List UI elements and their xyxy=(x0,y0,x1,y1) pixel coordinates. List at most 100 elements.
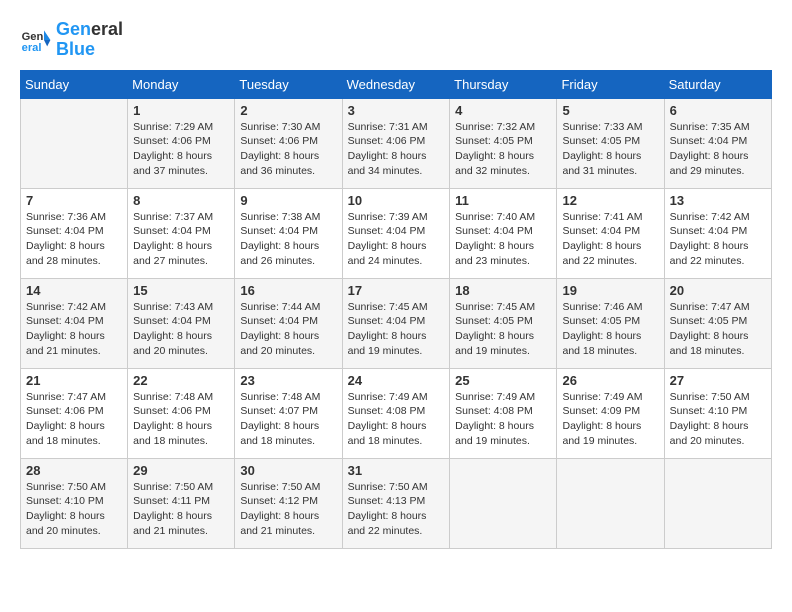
day-number: 18 xyxy=(455,283,551,298)
day-number: 17 xyxy=(348,283,445,298)
day-detail: Sunrise: 7:45 AMSunset: 4:05 PMDaylight:… xyxy=(455,300,551,359)
day-cell: 23 Sunrise: 7:48 AMSunset: 4:07 PMDaylig… xyxy=(235,368,342,458)
day-detail: Sunrise: 7:48 AMSunset: 4:06 PMDaylight:… xyxy=(133,390,229,449)
day-detail: Sunrise: 7:46 AMSunset: 4:05 PMDaylight:… xyxy=(562,300,658,359)
day-number: 2 xyxy=(240,103,336,118)
day-number: 16 xyxy=(240,283,336,298)
day-number: 24 xyxy=(348,373,445,388)
day-cell: 20 Sunrise: 7:47 AMSunset: 4:05 PMDaylig… xyxy=(664,278,771,368)
header-tuesday: Tuesday xyxy=(235,70,342,98)
day-number: 7 xyxy=(26,193,122,208)
day-number: 1 xyxy=(133,103,229,118)
day-number: 22 xyxy=(133,373,229,388)
day-cell xyxy=(21,98,128,188)
day-number: 13 xyxy=(670,193,766,208)
day-cell: 13 Sunrise: 7:42 AMSunset: 4:04 PMDaylig… xyxy=(664,188,771,278)
day-detail: Sunrise: 7:29 AMSunset: 4:06 PMDaylight:… xyxy=(133,120,229,179)
day-cell: 22 Sunrise: 7:48 AMSunset: 4:06 PMDaylig… xyxy=(128,368,235,458)
day-number: 12 xyxy=(562,193,658,208)
header-saturday: Saturday xyxy=(664,70,771,98)
day-cell: 4 Sunrise: 7:32 AMSunset: 4:05 PMDayligh… xyxy=(450,98,557,188)
header-sunday: Sunday xyxy=(21,70,128,98)
day-cell: 18 Sunrise: 7:45 AMSunset: 4:05 PMDaylig… xyxy=(450,278,557,368)
header-row: SundayMondayTuesdayWednesdayThursdayFrid… xyxy=(21,70,772,98)
day-detail: Sunrise: 7:49 AMSunset: 4:08 PMDaylight:… xyxy=(348,390,445,449)
day-cell: 30 Sunrise: 7:50 AMSunset: 4:12 PMDaylig… xyxy=(235,458,342,548)
day-number: 25 xyxy=(455,373,551,388)
day-detail: Sunrise: 7:44 AMSunset: 4:04 PMDaylight:… xyxy=(240,300,336,359)
day-number: 11 xyxy=(455,193,551,208)
day-cell: 15 Sunrise: 7:43 AMSunset: 4:04 PMDaylig… xyxy=(128,278,235,368)
day-cell: 11 Sunrise: 7:40 AMSunset: 4:04 PMDaylig… xyxy=(450,188,557,278)
day-cell: 14 Sunrise: 7:42 AMSunset: 4:04 PMDaylig… xyxy=(21,278,128,368)
day-number: 31 xyxy=(348,463,445,478)
day-detail: Sunrise: 7:50 AMSunset: 4:12 PMDaylight:… xyxy=(240,480,336,539)
day-number: 27 xyxy=(670,373,766,388)
day-number: 29 xyxy=(133,463,229,478)
day-number: 15 xyxy=(133,283,229,298)
day-cell: 27 Sunrise: 7:50 AMSunset: 4:10 PMDaylig… xyxy=(664,368,771,458)
day-number: 23 xyxy=(240,373,336,388)
day-detail: Sunrise: 7:50 AMSunset: 4:10 PMDaylight:… xyxy=(26,480,122,539)
calendar-table: SundayMondayTuesdayWednesdayThursdayFrid… xyxy=(20,70,772,549)
day-cell: 6 Sunrise: 7:35 AMSunset: 4:04 PMDayligh… xyxy=(664,98,771,188)
day-detail: Sunrise: 7:43 AMSunset: 4:04 PMDaylight:… xyxy=(133,300,229,359)
day-number: 20 xyxy=(670,283,766,298)
day-cell: 29 Sunrise: 7:50 AMSunset: 4:11 PMDaylig… xyxy=(128,458,235,548)
day-cell: 21 Sunrise: 7:47 AMSunset: 4:06 PMDaylig… xyxy=(21,368,128,458)
svg-text:eral: eral xyxy=(22,42,42,54)
day-detail: Sunrise: 7:41 AMSunset: 4:04 PMDaylight:… xyxy=(562,210,658,269)
day-detail: Sunrise: 7:37 AMSunset: 4:04 PMDaylight:… xyxy=(133,210,229,269)
day-number: 28 xyxy=(26,463,122,478)
day-detail: Sunrise: 7:47 AMSunset: 4:06 PMDaylight:… xyxy=(26,390,122,449)
day-cell xyxy=(557,458,664,548)
day-cell: 19 Sunrise: 7:46 AMSunset: 4:05 PMDaylig… xyxy=(557,278,664,368)
day-detail: Sunrise: 7:47 AMSunset: 4:05 PMDaylight:… xyxy=(670,300,766,359)
week-row-2: 14 Sunrise: 7:42 AMSunset: 4:04 PMDaylig… xyxy=(21,278,772,368)
day-cell: 7 Sunrise: 7:36 AMSunset: 4:04 PMDayligh… xyxy=(21,188,128,278)
day-number: 10 xyxy=(348,193,445,208)
day-number: 21 xyxy=(26,373,122,388)
day-detail: Sunrise: 7:40 AMSunset: 4:04 PMDaylight:… xyxy=(455,210,551,269)
day-detail: Sunrise: 7:36 AMSunset: 4:04 PMDaylight:… xyxy=(26,210,122,269)
day-cell: 12 Sunrise: 7:41 AMSunset: 4:04 PMDaylig… xyxy=(557,188,664,278)
day-detail: Sunrise: 7:33 AMSunset: 4:05 PMDaylight:… xyxy=(562,120,658,179)
day-number: 19 xyxy=(562,283,658,298)
day-cell: 25 Sunrise: 7:49 AMSunset: 4:08 PMDaylig… xyxy=(450,368,557,458)
day-number: 9 xyxy=(240,193,336,208)
day-cell: 26 Sunrise: 7:49 AMSunset: 4:09 PMDaylig… xyxy=(557,368,664,458)
day-number: 5 xyxy=(562,103,658,118)
day-detail: Sunrise: 7:35 AMSunset: 4:04 PMDaylight:… xyxy=(670,120,766,179)
day-detail: Sunrise: 7:42 AMSunset: 4:04 PMDaylight:… xyxy=(26,300,122,359)
day-detail: Sunrise: 7:30 AMSunset: 4:06 PMDaylight:… xyxy=(240,120,336,179)
day-cell xyxy=(664,458,771,548)
header-wednesday: Wednesday xyxy=(342,70,450,98)
day-cell: 24 Sunrise: 7:49 AMSunset: 4:08 PMDaylig… xyxy=(342,368,450,458)
day-detail: Sunrise: 7:50 AMSunset: 4:11 PMDaylight:… xyxy=(133,480,229,539)
day-number: 8 xyxy=(133,193,229,208)
day-cell: 10 Sunrise: 7:39 AMSunset: 4:04 PMDaylig… xyxy=(342,188,450,278)
day-detail: Sunrise: 7:38 AMSunset: 4:04 PMDaylight:… xyxy=(240,210,336,269)
day-cell: 16 Sunrise: 7:44 AMSunset: 4:04 PMDaylig… xyxy=(235,278,342,368)
day-cell: 9 Sunrise: 7:38 AMSunset: 4:04 PMDayligh… xyxy=(235,188,342,278)
day-detail: Sunrise: 7:45 AMSunset: 4:04 PMDaylight:… xyxy=(348,300,445,359)
week-row-3: 21 Sunrise: 7:47 AMSunset: 4:06 PMDaylig… xyxy=(21,368,772,458)
week-row-1: 7 Sunrise: 7:36 AMSunset: 4:04 PMDayligh… xyxy=(21,188,772,278)
logo-text: GeneralBlue xyxy=(56,20,123,60)
day-cell: 3 Sunrise: 7:31 AMSunset: 4:06 PMDayligh… xyxy=(342,98,450,188)
day-cell: 31 Sunrise: 7:50 AMSunset: 4:13 PMDaylig… xyxy=(342,458,450,548)
logo: Gen eral GeneralBlue xyxy=(20,20,123,60)
day-detail: Sunrise: 7:31 AMSunset: 4:06 PMDaylight:… xyxy=(348,120,445,179)
logo-icon: Gen eral xyxy=(20,24,52,56)
header-thursday: Thursday xyxy=(450,70,557,98)
day-number: 6 xyxy=(670,103,766,118)
day-detail: Sunrise: 7:39 AMSunset: 4:04 PMDaylight:… xyxy=(348,210,445,269)
day-number: 3 xyxy=(348,103,445,118)
day-cell: 8 Sunrise: 7:37 AMSunset: 4:04 PMDayligh… xyxy=(128,188,235,278)
page-header: Gen eral GeneralBlue xyxy=(20,20,772,60)
day-number: 26 xyxy=(562,373,658,388)
day-cell: 2 Sunrise: 7:30 AMSunset: 4:06 PMDayligh… xyxy=(235,98,342,188)
day-detail: Sunrise: 7:49 AMSunset: 4:08 PMDaylight:… xyxy=(455,390,551,449)
header-monday: Monday xyxy=(128,70,235,98)
week-row-4: 28 Sunrise: 7:50 AMSunset: 4:10 PMDaylig… xyxy=(21,458,772,548)
